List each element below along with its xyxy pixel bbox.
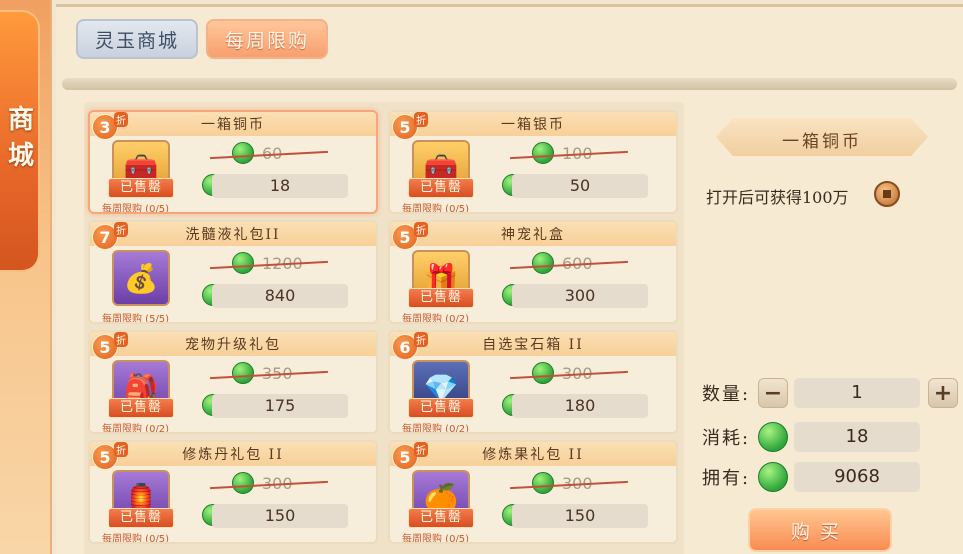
discounted-price: 175 bbox=[212, 394, 348, 418]
original-price-row: 300 bbox=[510, 472, 660, 496]
weekly-limit-text: 每周限购 (0/5) bbox=[402, 204, 470, 214]
shop-item-card[interactable]: 一箱银币 5 折 🧰 已售罄 每周限购 (0/5) 100 50 bbox=[388, 110, 678, 214]
sold-out-label: 已售罄 bbox=[108, 508, 174, 528]
original-price-row: 600 bbox=[510, 252, 660, 276]
sold-out-label: 已售罄 bbox=[408, 508, 474, 528]
quantity-label: 数量: bbox=[702, 384, 751, 405]
sold-out-label: 已售罄 bbox=[408, 398, 474, 418]
item-name: 宠物升级礼包 bbox=[185, 337, 281, 353]
original-price-row: 60 bbox=[210, 142, 360, 166]
cost-label: 消耗: bbox=[702, 428, 751, 449]
shop-panel: 灵玉商城 每周限购 一箱铜币 3 折 🧰 已售罄 每周限购 (0/5) 60 1… bbox=[56, 4, 963, 554]
copper-coin-icon bbox=[874, 181, 900, 207]
weekly-limit-text: 每周限购 (0/2) bbox=[402, 314, 470, 324]
sold-out-label: 已售罄 bbox=[408, 288, 474, 308]
potion-bag-icon: 💰 bbox=[112, 250, 170, 306]
jade-currency-icon bbox=[232, 362, 254, 384]
shop-item-card[interactable]: 修炼丹礼包 II 5 折 🏮 已售罄 每周限购 (0/5) 300 150 bbox=[88, 440, 378, 544]
discounted-price: 300 bbox=[512, 284, 648, 308]
shop-item-card[interactable]: 神宠礼盒 5 折 🎁 已售罄 每周限购 (0/2) 600 300 bbox=[388, 220, 678, 324]
discount-unit: 折 bbox=[414, 112, 428, 127]
discounted-price: 840 bbox=[212, 284, 348, 308]
shop-side-tab-label: 商城 bbox=[3, 105, 34, 177]
discounted-price: 50 bbox=[512, 174, 648, 198]
jade-currency-icon bbox=[532, 142, 554, 164]
shop-item-card[interactable]: 宠物升级礼包 5 折 🎒 已售罄 每周限购 (0/2) 350 175 bbox=[88, 330, 378, 434]
discount-unit: 折 bbox=[414, 332, 428, 347]
weekly-limit-text: 每周限购 (0/5) bbox=[102, 204, 170, 214]
original-price-row: 350 bbox=[210, 362, 360, 386]
original-price-row: 300 bbox=[510, 362, 660, 386]
jade-currency-icon bbox=[232, 142, 254, 164]
scroll-rod-divider bbox=[62, 78, 957, 90]
original-price-row: 100 bbox=[510, 142, 660, 166]
jade-currency-icon bbox=[758, 422, 788, 452]
side-strip: 商城 bbox=[0, 0, 52, 554]
shop-item-card[interactable]: 洗髓液礼包II 7 折 💰 每周限购 (5/5) 1200 840 bbox=[88, 220, 378, 324]
weekly-limit-text: 每周限购 (0/5) bbox=[402, 534, 470, 544]
shop-item-card[interactable]: 自选宝石箱 II 6 折 💎 已售罄 每周限购 (0/2) 300 180 bbox=[388, 330, 678, 434]
sold-out-label: 已售罄 bbox=[108, 178, 174, 198]
owned-label: 拥有: bbox=[702, 468, 751, 489]
jade-currency-icon bbox=[532, 362, 554, 384]
discounted-price: 18 bbox=[212, 174, 348, 198]
jade-currency-icon bbox=[758, 462, 788, 492]
item-name: 自选宝石箱 II bbox=[482, 337, 584, 353]
shop-item-card[interactable]: 修炼果礼包 II 5 折 🍊 已售罄 每周限购 (0/5) 300 150 bbox=[388, 440, 678, 544]
tab-bar: 灵玉商城 每周限购 bbox=[76, 19, 328, 59]
tab-weekly-limit[interactable]: 每周限购 bbox=[206, 19, 328, 59]
detail-title: 一箱铜币 bbox=[782, 132, 862, 152]
shop-side-tab[interactable]: 商城 bbox=[0, 10, 40, 272]
sold-out-label: 已售罄 bbox=[108, 398, 174, 418]
discount-unit: 折 bbox=[114, 112, 128, 127]
discount-unit: 折 bbox=[414, 222, 428, 237]
weekly-limit-text: 每周限购 (0/5) bbox=[102, 534, 170, 544]
detail-description: 打开后可获得100万 bbox=[706, 188, 849, 207]
discounted-price: 150 bbox=[212, 504, 348, 528]
jade-currency-icon bbox=[232, 472, 254, 494]
item-name: 神宠礼盒 bbox=[501, 227, 565, 243]
tab-jade-shop[interactable]: 灵玉商城 bbox=[76, 19, 198, 59]
sold-out-label: 已售罄 bbox=[408, 178, 474, 198]
weekly-limit-text: 每周限购 (5/5) bbox=[102, 314, 170, 324]
discount-unit: 折 bbox=[114, 222, 128, 237]
jade-currency-icon bbox=[232, 252, 254, 274]
discount-unit: 折 bbox=[414, 442, 428, 457]
item-name: 一箱铜币 bbox=[201, 117, 265, 133]
buy-button[interactable]: 购买 bbox=[748, 508, 892, 552]
detail-pane: 一箱铜币 打开后可获得100万 数量: − 1 + 消耗: 18 拥有: 906… bbox=[696, 102, 963, 554]
item-name: 修炼丹礼包 II bbox=[182, 447, 284, 463]
discounted-price: 180 bbox=[512, 394, 648, 418]
jade-currency-icon bbox=[532, 472, 554, 494]
discount-unit: 折 bbox=[114, 442, 128, 457]
owned-value: 9068 bbox=[794, 462, 920, 492]
discount-unit: 折 bbox=[114, 332, 128, 347]
original-price-row: 300 bbox=[210, 472, 360, 496]
item-name: 洗髓液礼包II bbox=[185, 227, 281, 243]
weekly-limit-text: 每周限购 (0/2) bbox=[102, 424, 170, 434]
original-price-row: 1200 bbox=[210, 252, 360, 276]
quantity-input[interactable]: 1 bbox=[794, 378, 920, 408]
discounted-price: 150 bbox=[512, 504, 648, 528]
jade-currency-icon bbox=[532, 252, 554, 274]
quantity-minus-button[interactable]: − bbox=[758, 378, 788, 408]
item-name: 修炼果礼包 II bbox=[482, 447, 584, 463]
cost-value: 18 bbox=[794, 422, 920, 452]
item-name: 一箱银币 bbox=[501, 117, 565, 133]
shop-item-card[interactable]: 一箱铜币 3 折 🧰 已售罄 每周限购 (0/5) 60 18 bbox=[88, 110, 378, 214]
weekly-limit-text: 每周限购 (0/2) bbox=[402, 424, 470, 434]
item-list[interactable]: 一箱铜币 3 折 🧰 已售罄 每周限购 (0/5) 60 18 一箱银币 5 折… bbox=[84, 102, 684, 554]
quantity-plus-button[interactable]: + bbox=[928, 378, 958, 408]
